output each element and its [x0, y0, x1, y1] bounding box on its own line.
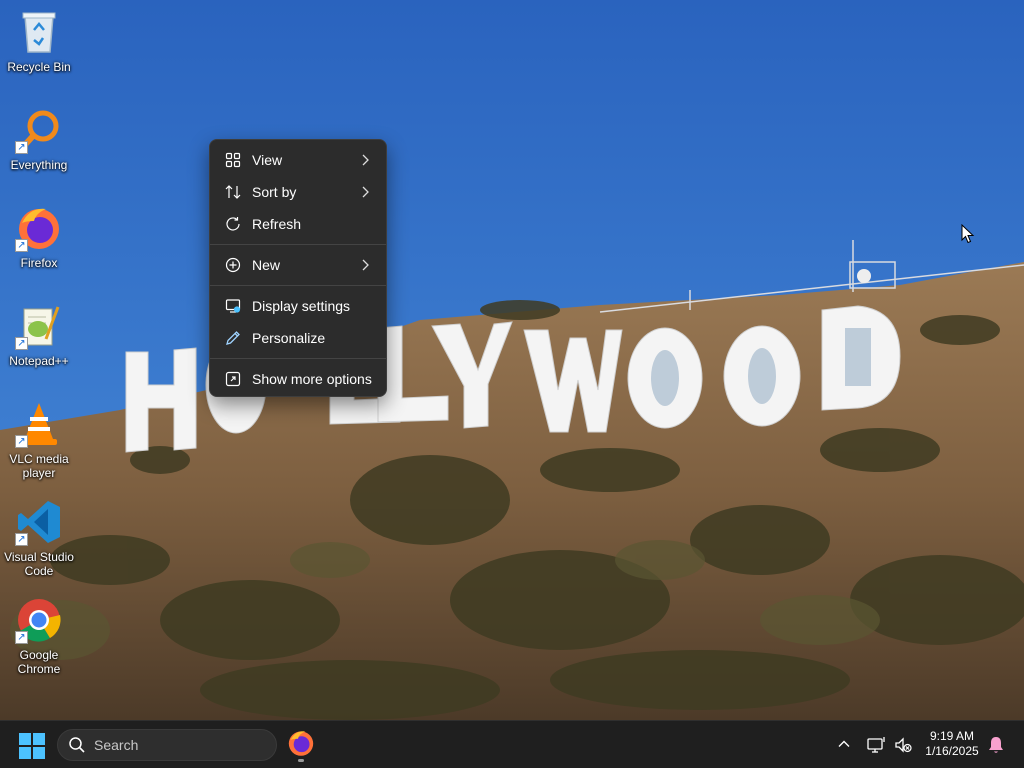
menu-item-personalize[interactable]: Personalize — [210, 322, 386, 354]
menu-separator — [210, 244, 386, 245]
menu-item-show-more-options[interactable]: Show more options — [210, 363, 386, 395]
clock-time: 9:19 AM — [929, 729, 975, 743]
shortcut-arrow-icon: ↗ — [15, 533, 28, 546]
personalize-pen-icon — [224, 329, 242, 347]
chevron-right-icon — [362, 186, 369, 198]
desktop-icon-label: Firefox — [20, 256, 58, 270]
taskbar-clock[interactable]: 9:19 AM 1/16/2025 — [920, 729, 984, 759]
mouse-cursor-icon — [961, 224, 975, 244]
chevron-right-icon — [362, 154, 369, 166]
notepad-plus-plus-icon: ↗ — [15, 302, 63, 350]
menu-item-label: Personalize — [252, 330, 326, 346]
desktop-icon-chrome[interactable]: ↗ Google Chrome — [2, 596, 76, 684]
menu-item-sort-by[interactable]: Sort by — [210, 176, 386, 208]
desktop-icon-firefox[interactable]: ↗ Firefox — [2, 204, 76, 292]
everything-search-icon: ↗ — [15, 106, 63, 154]
desktop-icon-label: Notepad++ — [9, 354, 69, 368]
shortcut-arrow-icon: ↗ — [15, 631, 28, 644]
vlc-icon: ↗ — [15, 400, 63, 448]
show-hidden-icons-chevron-up-icon[interactable] — [836, 736, 852, 752]
notification-bell-icon[interactable] — [987, 735, 1005, 755]
recycle-bin-icon — [15, 8, 63, 56]
shortcut-arrow-icon: ↗ — [15, 337, 28, 350]
network-icon[interactable] — [866, 735, 886, 755]
display-settings-icon — [224, 297, 242, 315]
desktop-icon-vlc[interactable]: ↗ VLC media player — [2, 400, 76, 488]
menu-item-label: View — [252, 152, 283, 168]
desktop-icon-label: VLC media player — [9, 452, 69, 480]
desktop-wallpaper[interactable] — [0, 0, 1024, 720]
hollywood-sign-wallpaper — [0, 0, 1024, 720]
menu-separator — [210, 358, 386, 359]
menu-item-view[interactable]: View — [210, 144, 386, 176]
firefox-icon — [288, 731, 314, 756]
desktop-icon-label: Google Chrome — [17, 648, 61, 676]
menu-item-label: Sort by — [252, 184, 297, 200]
firefox-icon: ↗ — [15, 204, 63, 252]
menu-item-label: New — [252, 257, 281, 273]
menu-separator — [210, 285, 386, 286]
desktop-icon-label: Visual Studio Code — [4, 550, 74, 578]
desktop-icon-label: Everything — [10, 158, 68, 172]
start-windows-icon[interactable] — [19, 733, 45, 759]
view-grid-icon — [224, 151, 242, 169]
clock-date: 1/16/2025 — [925, 744, 979, 758]
menu-item-refresh[interactable]: Refresh — [210, 208, 386, 240]
vscode-icon: ↗ — [15, 498, 63, 546]
menu-item-label: Show more options — [252, 371, 372, 387]
refresh-icon — [224, 215, 242, 233]
more-options-icon — [224, 370, 242, 388]
volume-muted-icon[interactable] — [893, 735, 913, 755]
shortcut-arrow-icon: ↗ — [15, 239, 28, 252]
new-plus-icon — [224, 256, 242, 274]
desktop-icon-label: Recycle Bin — [7, 60, 71, 74]
search-placeholder: Search — [94, 737, 139, 753]
desktop-icon-notepad-plus-plus[interactable]: ↗ Notepad++ — [2, 302, 76, 390]
menu-item-new[interactable]: New — [210, 249, 386, 281]
chrome-icon: ↗ — [15, 596, 63, 644]
desktop-icon-everything[interactable]: ↗ Everything — [2, 106, 76, 194]
taskbar: Search 9:19 AM 1/16/2025 — [0, 720, 1024, 768]
shortcut-arrow-icon: ↗ — [15, 141, 28, 154]
menu-item-label: Display settings — [252, 298, 351, 314]
sort-icon — [224, 183, 242, 201]
desktop-icon-recycle-bin[interactable]: Recycle Bin — [2, 8, 76, 96]
menu-item-display-settings[interactable]: Display settings — [210, 290, 386, 322]
search-icon — [69, 737, 85, 753]
shortcut-arrow-icon: ↗ — [15, 435, 28, 448]
taskbar-search-box[interactable]: Search — [57, 729, 277, 761]
running-indicator — [298, 759, 304, 762]
desktop-context-menu: View Sort by Refresh New Display setting… — [209, 139, 387, 397]
chevron-right-icon — [362, 259, 369, 271]
desktop-icon-vscode[interactable]: ↗ Visual Studio Code — [2, 498, 76, 586]
taskbar-app-firefox[interactable] — [287, 729, 315, 762]
menu-item-label: Refresh — [252, 216, 302, 232]
